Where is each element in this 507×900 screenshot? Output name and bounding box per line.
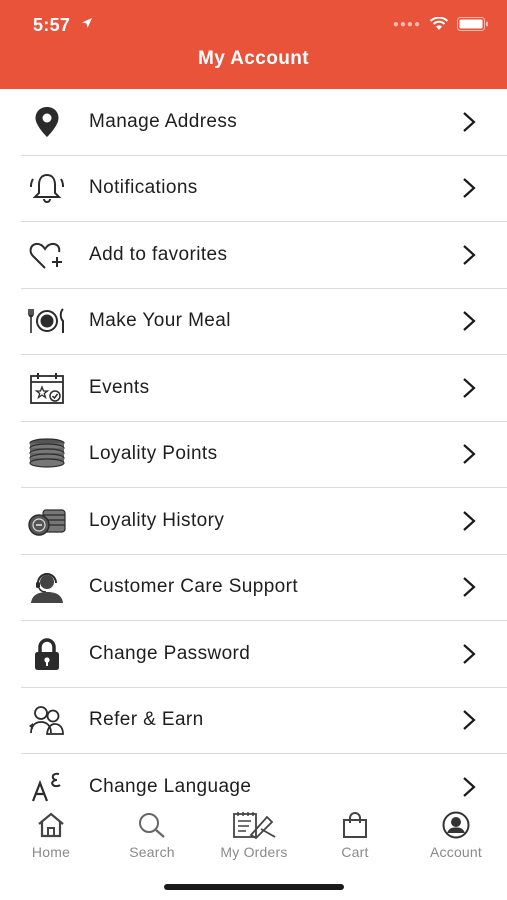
tab-my-orders[interactable]: My Orders (209, 811, 299, 860)
app-header: 5:57 ●●●● My Account (0, 0, 507, 89)
orders-icon (233, 812, 276, 839)
chevron-right-icon (463, 178, 476, 199)
wifi-icon (429, 17, 449, 30)
tab-search[interactable]: Search (107, 811, 197, 860)
tab-label: Search (129, 844, 175, 860)
battery-icon (457, 17, 488, 31)
menu-item-customer-care-support[interactable]: Customer Care Support (21, 555, 507, 621)
menu-item-add-to-favorites[interactable]: Add to favorites (21, 222, 507, 289)
status-indicators: ●●●● (393, 15, 489, 33)
coins-stack-icon (27, 434, 67, 474)
menu-item-label: Make Your Meal (89, 310, 231, 332)
menu-item-notifications[interactable]: Notifications (21, 156, 507, 222)
lock-icon (27, 634, 67, 674)
tab-label: Home (31, 844, 71, 860)
location-pin-icon (27, 102, 67, 142)
plate-cutlery-icon (27, 301, 67, 341)
status-time: 5:57 (33, 15, 71, 35)
menu-item-label: Notifications (89, 177, 198, 199)
menu-item-loyality-history[interactable]: Loyality History (21, 488, 507, 555)
menu-item-loyality-points[interactable]: Loyality Points (21, 422, 507, 488)
menu-item-label: Manage Address (89, 110, 238, 132)
chevron-right-icon (463, 577, 476, 598)
chevron-right-icon (463, 377, 476, 398)
account-icon (442, 811, 470, 839)
calendar-icon (27, 368, 67, 408)
chevron-right-icon (463, 311, 476, 332)
tab-label: Cart (341, 844, 369, 860)
tab-account[interactable]: Account (411, 811, 501, 860)
chevron-right-icon (463, 777, 476, 798)
chevron-right-icon (463, 510, 476, 531)
cart-bag-icon (343, 812, 367, 838)
chevron-right-icon (463, 710, 476, 731)
menu-item-label: Loyality Points (89, 443, 218, 465)
support-agent-icon (27, 567, 67, 607)
search-icon (139, 813, 165, 838)
location-arrow-icon (82, 18, 92, 28)
signal-dots-icon: ●●●● (392, 18, 421, 30)
menu-item-label: Change Password (89, 642, 251, 664)
tab-label: My Orders (220, 844, 288, 860)
menu-item-label: Events (89, 376, 150, 398)
menu-item-change-password[interactable]: Change Password (21, 621, 507, 688)
tab-label: Account (430, 844, 482, 860)
menu-item-label: Refer & Earn (89, 709, 204, 731)
menu-item-label: Loyality History (89, 509, 225, 531)
refer-people-icon (27, 700, 67, 740)
menu-item-label: Change Language (89, 776, 252, 798)
account-menu: Manage Address Notifications Add to favo… (21, 89, 507, 821)
tab-home[interactable]: Home (6, 811, 96, 860)
coins-history-icon (27, 501, 67, 541)
chevron-right-icon (463, 244, 476, 265)
chevron-right-icon (463, 444, 476, 465)
chevron-right-icon (463, 111, 476, 132)
bell-icon (27, 168, 67, 208)
page-title: My Account (198, 48, 309, 69)
menu-item-label: Customer Care Support (89, 576, 299, 598)
home-indicator[interactable] (164, 884, 344, 890)
heart-plus-icon (27, 235, 67, 275)
tab-cart[interactable]: Cart (310, 811, 400, 860)
menu-item-refer-and-earn[interactable]: Refer & Earn (21, 688, 507, 754)
menu-item-manage-address[interactable]: Manage Address (21, 89, 507, 156)
language-icon (27, 767, 67, 807)
home-icon (38, 812, 64, 838)
menu-item-events[interactable]: Events (21, 355, 507, 422)
menu-item-label: Add to favorites (89, 243, 228, 265)
chevron-right-icon (463, 643, 476, 664)
menu-item-make-your-meal[interactable]: Make Your Meal (21, 289, 507, 355)
status-bar: 5:57 ●●●● (0, 0, 507, 44)
